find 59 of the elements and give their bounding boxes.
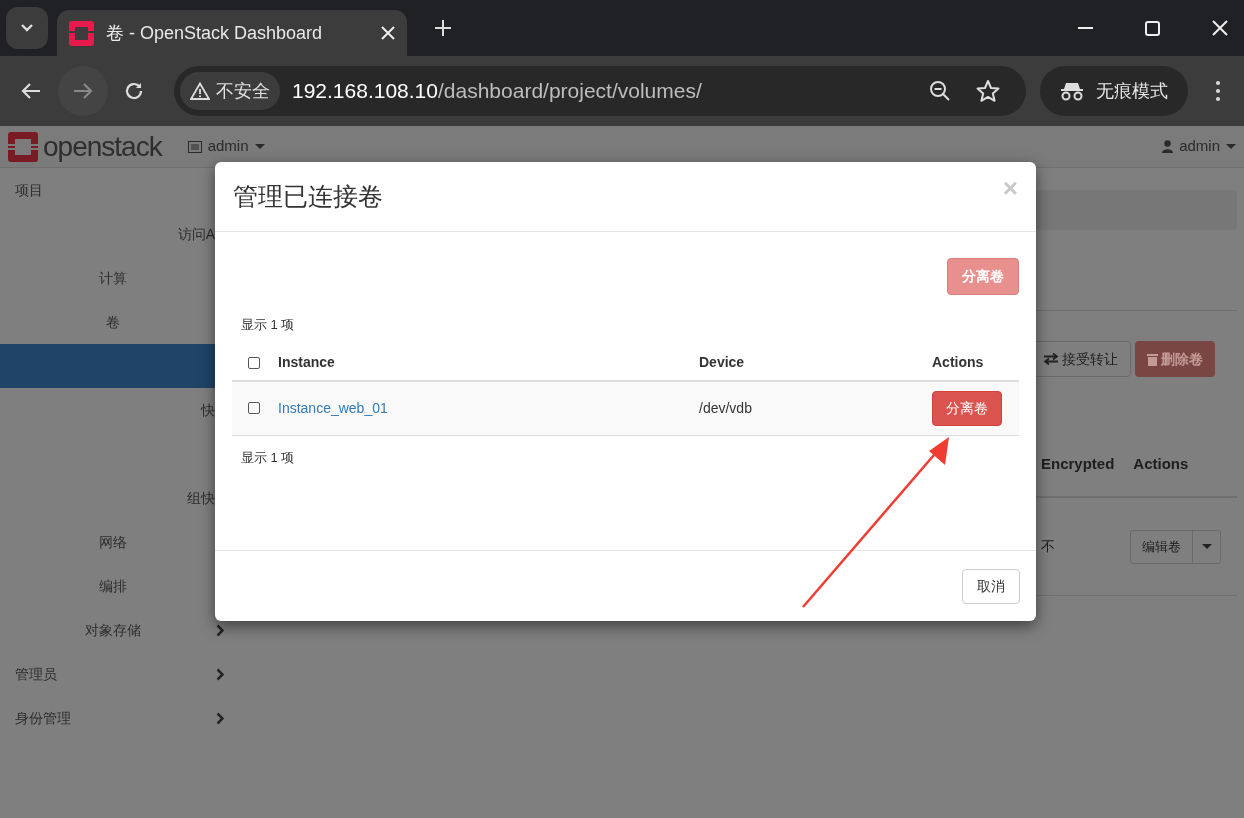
item-count: 显示 1 项 [241,448,296,467]
table-cell-text: 不 [1041,537,1055,556]
swap-arrows-icon [1043,353,1059,365]
incognito-chip[interactable]: 无痕模式 [1040,66,1188,116]
forward-icon [73,82,93,100]
reload-icon[interactable] [124,81,144,101]
user-icon [1162,140,1174,153]
cancel-button[interactable]: 取消 [962,568,1020,604]
openstack-logo-icon [8,131,38,162]
column-header: Encrypted [1041,453,1115,474]
nav-item[interactable]: 项目 [15,179,43,201]
chevron-down-icon [20,23,34,33]
column-header: Instance [278,353,336,372]
delete-volume-button[interactable]: 删除卷 [1135,341,1215,377]
checkbox[interactable] [248,402,260,414]
new-tab-icon[interactable] [435,20,451,36]
nav-item[interactable]: 组快 [187,487,215,509]
trash-icon [1147,352,1158,366]
menu-icon[interactable] [1216,81,1220,101]
item-count: 显示 1 项 [241,316,296,334]
star-icon[interactable] [976,79,1000,103]
nav-item[interactable]: 卷 [105,311,120,333]
table-cell-text: /dev/vdb [699,398,753,418]
nav-item[interactable]: 管理员 [15,663,57,685]
column-header: Device [699,353,746,372]
back-icon[interactable] [21,82,41,100]
zoom-out-icon[interactable] [928,79,952,103]
modal-title: 管理已连接卷 [233,180,383,212]
nav-item[interactable]: 访问A [177,223,215,245]
server-icon [187,140,202,153]
forward-button[interactable] [58,66,108,116]
nav-item[interactable]: 计算 [98,267,127,289]
project-dropdown[interactable]: admin [187,135,265,158]
nav-item[interactable]: 网络 [98,531,127,553]
ring-logo-icon [69,20,94,46]
caret-icon [1201,544,1212,549]
incognito-icon [1060,81,1084,101]
instance-link[interactable]: Instance_web_01 [278,397,699,419]
address-bar[interactable]: 不安全 192.168.108.10/dashboard/project/volumes/ [174,66,1026,116]
tab-title: 卷 - OpenStack Dashboard [106,21,324,45]
nav-item[interactable]: 快 [201,399,215,421]
detach-button[interactable]: 分离卷 [932,390,1002,426]
checkbox[interactable] [248,356,260,369]
nav-item[interactable]: 编排 [98,575,127,597]
browser-tab[interactable]: 卷 - OpenStack Dashboard [57,10,407,56]
edit-split-button[interactable]: 编辑卷 [1130,529,1221,564]
nav-item[interactable]: 身份管理 [15,707,71,729]
logo-wordmark: openstack [43,129,162,164]
column-header: Actions [1133,453,1189,474]
nav-item[interactable]: 对象存储 [84,619,141,641]
user-dropdown[interactable]: admin [1162,135,1236,158]
maximize-icon[interactable] [1145,20,1160,36]
security-chip[interactable]: 不安全 [180,72,280,110]
column-header: Actions [932,353,984,372]
url-text: 192.168.108.10/dashboard/project/volumes/ [292,78,702,105]
warning-icon [190,82,210,100]
tab-list-button[interactable] [6,7,48,49]
close-icon[interactable] [1212,20,1228,36]
close-icon[interactable] [381,26,395,40]
